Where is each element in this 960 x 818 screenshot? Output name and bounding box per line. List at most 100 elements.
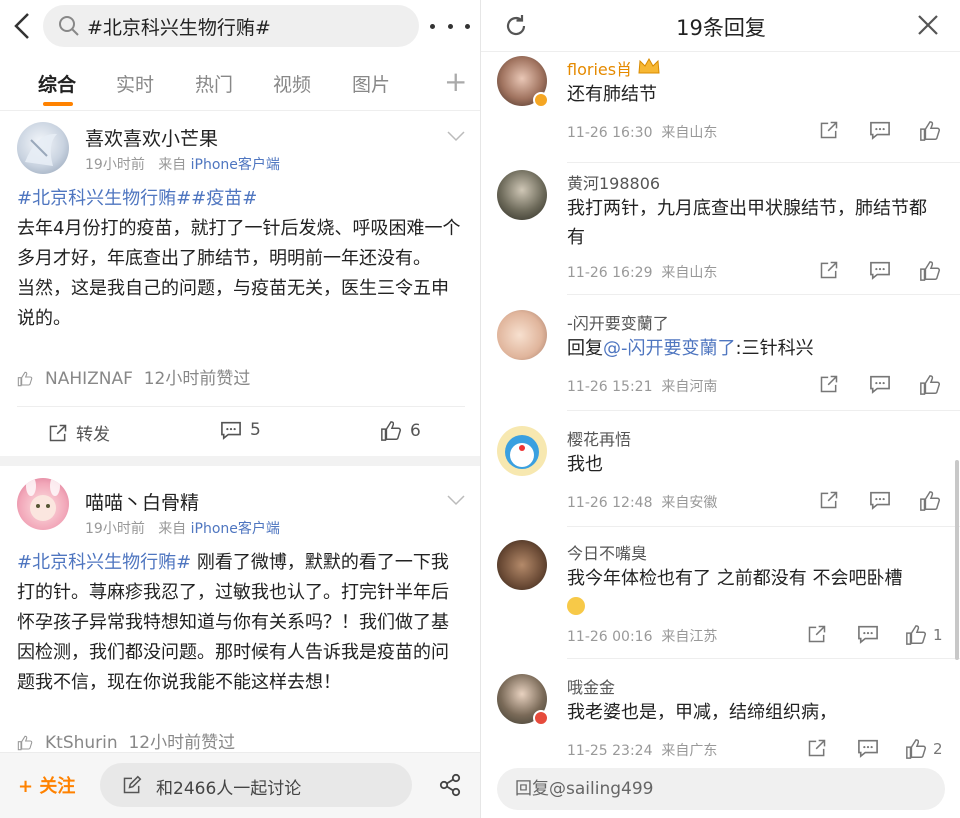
repost-icon	[49, 424, 67, 441]
follow-button[interactable]: + 关注	[18, 772, 75, 798]
thumb-up-icon[interactable]	[919, 260, 941, 282]
comment-button[interactable]: 5	[220, 420, 261, 440]
reply-location: 来自江苏	[661, 629, 718, 645]
reply-text: 我老婆也是，甲减，结缔组织病，	[567, 702, 837, 723]
avatar[interactable]	[497, 170, 547, 220]
repost-icon[interactable]	[807, 624, 827, 644]
reply-username[interactable]: 哦金金	[567, 674, 615, 698]
scrollbar[interactable]	[955, 460, 959, 660]
comment-icon[interactable]	[857, 624, 879, 644]
back-arrow-icon[interactable]	[10, 10, 34, 42]
repost-icon[interactable]	[819, 374, 839, 394]
tab-comprehensive[interactable]: 综合	[38, 70, 76, 97]
reply-username[interactable]: flories肖	[567, 56, 632, 80]
reply-location: 来自安徽	[661, 495, 718, 511]
discuss-button[interactable]: 和2466人一起讨论	[100, 763, 412, 807]
hashtag-link[interactable]: #北京科兴生物行贿##疫苗#	[17, 188, 257, 209]
post-content: #北京科兴生物行贿# 刚看了微博，默默的看了一下我打的针。荨麻疹我忍了，过敏我也…	[17, 548, 465, 698]
hashtag-link[interactable]: #北京科兴生物行贿#	[17, 552, 191, 573]
source-prefix: 来自	[158, 157, 187, 173]
reply-prefix: 回复	[567, 338, 603, 359]
share-icon[interactable]	[438, 773, 462, 797]
avatar[interactable]	[17, 478, 69, 530]
thumb-up-icon[interactable]	[905, 738, 927, 760]
divider	[567, 162, 960, 163]
divider	[567, 410, 960, 411]
post-separator	[0, 456, 480, 466]
liked-by-user[interactable]: NAHIZNAF	[45, 369, 133, 389]
repost-button[interactable]: 转发	[48, 420, 110, 445]
reply-username[interactable]: 樱花再悟	[567, 426, 631, 450]
search-box[interactable]	[43, 5, 419, 47]
liked-by-line: NAHIZNAF 12小时前赞过	[17, 364, 250, 389]
avatar[interactable]	[497, 310, 547, 360]
reply-text: 我打两针，九月底查出甲状腺结节，肺结节都有	[567, 198, 927, 248]
tab-hot[interactable]: 热门	[195, 70, 233, 97]
avatar[interactable]	[497, 540, 547, 590]
divider	[17, 406, 465, 407]
comment-icon[interactable]	[869, 260, 891, 280]
reply-text: 我也	[567, 454, 603, 475]
reply-username[interactable]: -闪开要变蘭了	[567, 310, 669, 334]
repost-icon[interactable]	[819, 120, 839, 140]
avatar[interactable]	[497, 426, 547, 476]
liked-time: 12小时前赞过	[128, 733, 236, 753]
repost-icon[interactable]	[819, 490, 839, 510]
reply-input[interactable]	[515, 774, 915, 804]
username[interactable]: 喜欢喜欢小芒果	[85, 124, 218, 151]
reply-actions	[811, 260, 951, 284]
reply-time: 11-26 16:29	[567, 265, 653, 281]
reply-meta: 11-26 16:30 来自山东	[567, 122, 717, 142]
repost-icon[interactable]	[819, 260, 839, 280]
post-text: 刚看了微博，默默的看了一下我打的针。荨麻疹我忍了，过敏我也认了。打完针半年后怀孕…	[17, 552, 449, 693]
replies-title: 19条回复	[676, 16, 766, 40]
tab-images[interactable]: 图片	[352, 70, 390, 97]
mention-link[interactable]: @-闪开要变蘭了	[603, 338, 736, 359]
thumb-up-icon	[381, 421, 402, 441]
reply-input-box[interactable]	[497, 768, 945, 810]
tab-realtime[interactable]: 实时	[116, 70, 154, 97]
liked-by-line: KtShurin 12小时前赞过	[17, 728, 235, 753]
username[interactable]: 喵喵丶白骨精	[85, 488, 199, 515]
like-button[interactable]: 6	[380, 420, 421, 442]
reply-location: 来自山东	[661, 265, 718, 281]
comment-icon[interactable]	[857, 738, 879, 758]
avatar[interactable]	[17, 122, 69, 174]
divider	[567, 294, 960, 295]
liked-by-user[interactable]: KtShurin	[45, 733, 118, 753]
active-tab-indicator	[43, 102, 73, 106]
search-icon	[59, 16, 79, 36]
comment-count: 5	[250, 420, 261, 440]
crown-icon	[638, 57, 660, 74]
source-link[interactable]: iPhone客户端	[191, 521, 280, 537]
tab-video[interactable]: 视频	[273, 70, 311, 97]
plus-icon[interactable]: +	[444, 68, 467, 96]
reply-location: 来自河南	[661, 379, 718, 395]
reply-username[interactable]: 黄河198806	[567, 170, 660, 194]
search-input[interactable]	[87, 11, 407, 41]
thumb-up-icon[interactable]	[905, 624, 927, 646]
chevron-down-icon[interactable]	[446, 130, 466, 142]
source-prefix: 来自	[158, 521, 187, 537]
thumb-up-icon[interactable]	[919, 374, 941, 396]
source-link[interactable]: iPhone客户端	[191, 157, 280, 173]
thumb-up-icon[interactable]	[919, 120, 941, 142]
reply-actions: 1	[799, 624, 943, 648]
post-meta: 19小时前 来自 iPhone客户端	[85, 154, 280, 174]
reply-username[interactable]: 今日不嘴臭	[567, 540, 647, 564]
comment-icon[interactable]	[869, 374, 891, 394]
post-action-bar: 转发 5 6	[0, 408, 480, 458]
chevron-down-icon[interactable]	[446, 494, 466, 506]
like-count: 2	[933, 740, 943, 758]
discuss-label: 和2466人一起讨论	[156, 779, 302, 799]
bottom-bar: + 关注 和2466人一起讨论	[0, 752, 480, 818]
close-icon[interactable]	[917, 14, 939, 36]
repost-icon[interactable]	[807, 738, 827, 758]
thumb-up-icon[interactable]	[919, 490, 941, 512]
comment-icon[interactable]	[869, 490, 891, 510]
divider	[567, 658, 960, 659]
thumb-up-icon	[17, 371, 33, 387]
reply-time: 11-26 15:21	[567, 379, 653, 395]
more-icon[interactable]	[430, 14, 470, 38]
comment-icon[interactable]	[869, 120, 891, 140]
